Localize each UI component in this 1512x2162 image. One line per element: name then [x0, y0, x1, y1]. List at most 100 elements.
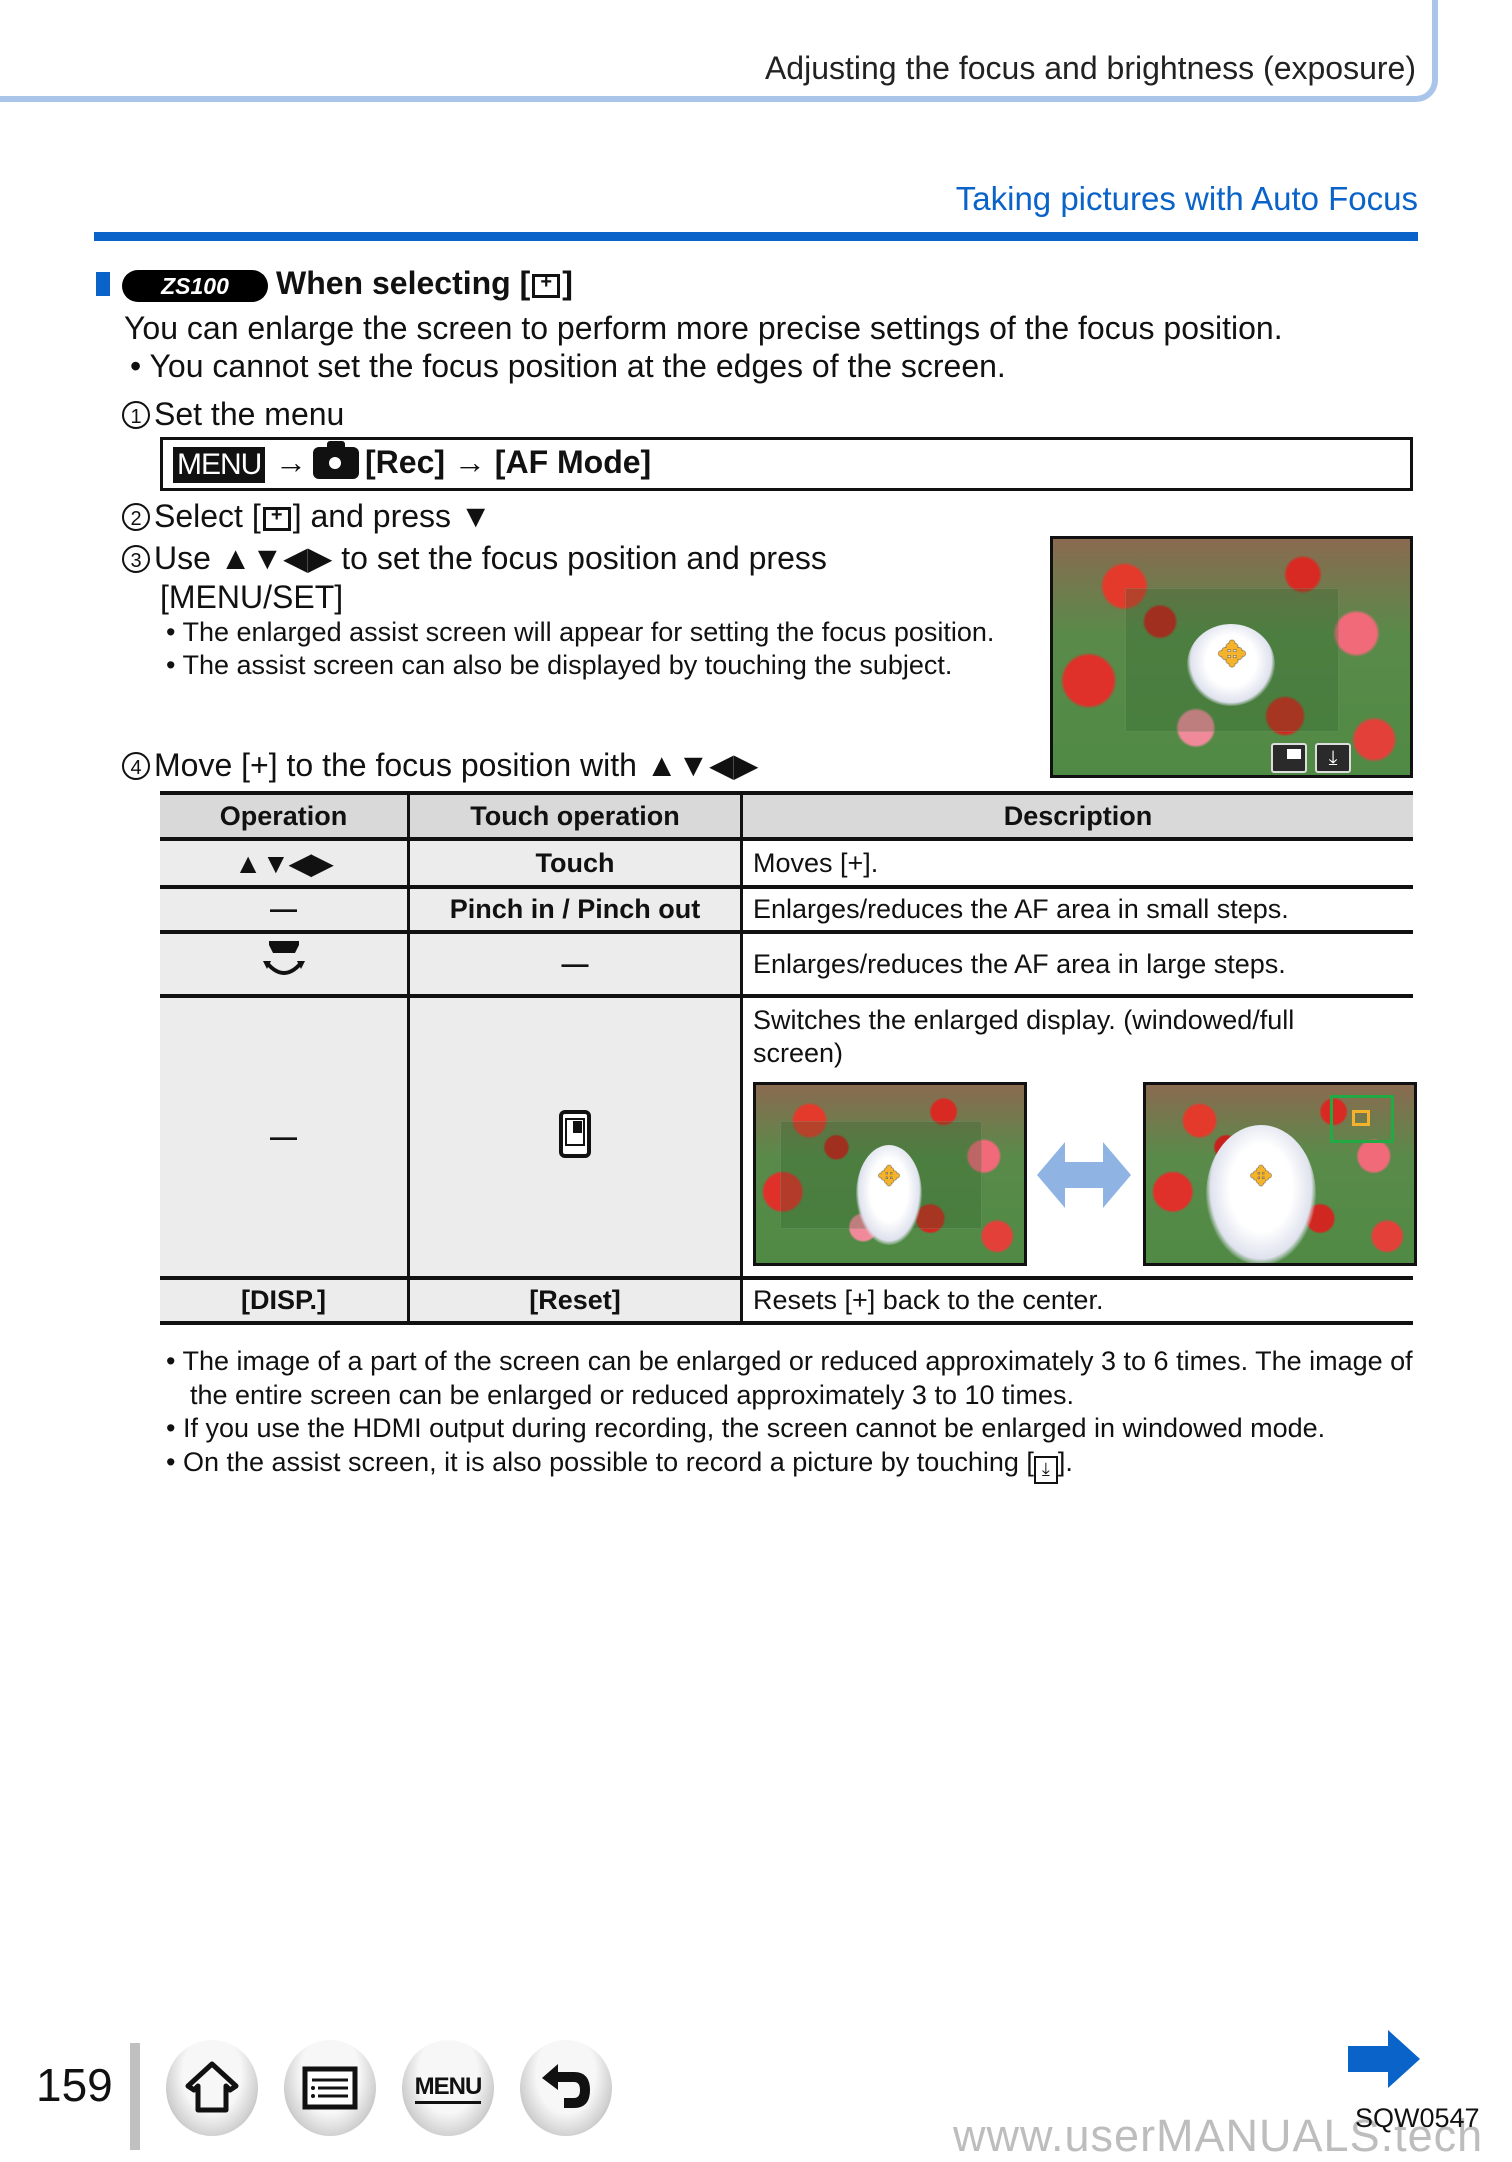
flower-subject — [1206, 1125, 1316, 1263]
display-mode-illustration: ✥ ✥ — [753, 1082, 1417, 1272]
step-text: Move [+] to the focus position with ▲▼◀▶ — [154, 747, 759, 783]
next-page-arrow-icon[interactable] — [1348, 2030, 1422, 2088]
home-icon — [185, 2061, 239, 2113]
step-number: 2 — [122, 503, 150, 531]
menu-button[interactable]: MENU — [402, 2040, 494, 2136]
step-3-notes: • The enlarged assist screen will appear… — [166, 616, 996, 682]
note-text: On the assist screen, it is also possibl… — [182, 1446, 1034, 1477]
cell-description: Enlarges/reduces the AF area in small st… — [740, 887, 1413, 932]
section-heading: When selecting [] — [276, 265, 573, 302]
af-cursor-icon: ✥ — [878, 1161, 900, 1191]
cell-operation: — — [160, 887, 409, 932]
switch-arrow-icon — [1037, 1142, 1131, 1208]
af-pinpoint-icon — [262, 504, 291, 531]
control-dial-icon — [262, 940, 305, 975]
menu-icon: MENU — [414, 2073, 482, 2104]
heading-text-end: ] — [562, 265, 573, 301]
shutter-touch-icon: ⤓ — [1315, 743, 1351, 773]
section-title: Taking pictures with Auto Focus — [955, 180, 1418, 217]
note-text: The image of a part of the screen can be… — [182, 1346, 1413, 1410]
arrow: → — [453, 444, 486, 480]
note-item: • The assist screen can also be displaye… — [166, 650, 953, 680]
af-cursor-icon: ✥ — [1250, 1161, 1272, 1191]
description-text: Switches the enlarged display. (windowed… — [753, 1005, 1295, 1068]
cell-operation: [DISP.] — [160, 1278, 409, 1323]
contents-list-icon — [302, 2066, 358, 2110]
note-item: • On the assist screen, it is also possi… — [166, 1446, 1416, 1484]
window-toggle-icon — [559, 1109, 591, 1158]
page-header-title: Adjusting the focus and brightness (expo… — [764, 50, 1416, 86]
step-text: Use ▲▼◀▶ to set the focus position and p… — [154, 540, 827, 576]
heading-text: When selecting [ — [276, 265, 531, 301]
col-header-operation: Operation — [160, 793, 409, 839]
back-button[interactable] — [520, 2040, 612, 2136]
menu-af-mode: [AF Mode] — [494, 444, 652, 480]
table-row: ▲▼◀▶ Touch Moves [+]. — [160, 839, 1413, 887]
fullscreen-display-image: ✥ — [1143, 1082, 1417, 1266]
step-number: 1 — [122, 401, 150, 429]
page-number: 159 — [36, 2059, 113, 2111]
operations-table: Operation Touch operation Description ▲▼… — [160, 791, 1417, 1325]
step-text-end: ] and press ▼ — [292, 498, 492, 534]
intro-bullet: • You cannot set the focus position at t… — [130, 348, 1006, 384]
menu-rec: [Rec] — [365, 444, 446, 480]
note-text: The enlarged assist screen will appear f… — [182, 617, 995, 647]
cell-description: Resets [+] back to the center. — [740, 1278, 1413, 1323]
step-3: 3 Use ▲▼◀▶ to set the focus position and … — [122, 539, 827, 577]
table-row: — Pinch in / Pinch out Enlarges/reduces … — [160, 887, 1413, 932]
step-text: Set the menu — [154, 396, 345, 432]
notes-list: • The image of a part of the screen can … — [166, 1345, 1416, 1484]
step-number: 4 — [122, 752, 150, 780]
table-row: — Enlarges/reduces the AF area in large … — [160, 932, 1413, 996]
cell-description: Switches the enlarged display. (windowed… — [740, 996, 1417, 1278]
step-4: 4 Move [+] to the focus position with ▲▼◀… — [122, 746, 758, 784]
cell-touch: Pinch in / Pinch out — [407, 887, 742, 932]
model-badge: ZS100 — [122, 270, 268, 302]
menu-button-icon: MENU — [173, 447, 266, 483]
section-divider — [94, 232, 1418, 241]
footer-divider — [130, 2043, 140, 2150]
shutter-touch-icon: ⤓ — [1033, 1455, 1058, 1484]
note-text: The assist screen can also be displayed … — [182, 650, 953, 680]
cell-touch: [Reset] — [407, 1278, 742, 1323]
back-icon — [542, 2064, 590, 2108]
cell-operation — [160, 932, 409, 996]
enlarged-area-marker — [1352, 1110, 1370, 1126]
table-header-row: Operation Touch operation Description — [160, 793, 1413, 839]
note-text: If you use the HDMI output during record… — [182, 1413, 1326, 1443]
heading-square-icon — [96, 272, 110, 296]
menu-path: → [Rec] → [AF Mode] — [275, 441, 652, 481]
menu-path-box: MENU → [Rec] → [AF Mode] — [160, 437, 1413, 491]
cell-touch: Touch — [407, 839, 742, 887]
note-item: • The image of a part of the screen can … — [166, 1346, 1413, 1410]
note-text-end: ]. — [1057, 1446, 1073, 1477]
home-button[interactable] — [166, 2040, 258, 2136]
step-number: 3 — [122, 545, 150, 573]
note-item: • The enlarged assist screen will appear… — [166, 617, 995, 647]
step-text: Select [ — [154, 498, 261, 534]
contents-button[interactable] — [284, 2040, 376, 2136]
table-row: — Switches the enlarged display. (window… — [160, 996, 1417, 1278]
step-2: 2Select [ ] and press ▼ — [122, 498, 492, 535]
cell-operation: — — [160, 996, 409, 1278]
step-3-line2: [MENU/SET] — [160, 579, 344, 615]
arrow: → — [275, 444, 307, 480]
step-1: 1 Set the menu — [122, 396, 344, 433]
camera-icon — [313, 441, 359, 479]
cell-touch: — — [407, 932, 742, 996]
window-toggle-icon — [1271, 743, 1307, 773]
col-header-touch: Touch operation — [407, 793, 742, 839]
cell-description: Moves [+]. — [740, 839, 1413, 887]
assist-screen-illustration: ✥ ⤓ — [1050, 536, 1413, 778]
cell-touch — [407, 996, 742, 1278]
cell-operation: ▲▼◀▶ — [160, 839, 409, 887]
cell-description: Enlarges/reduces the AF area in large st… — [740, 932, 1413, 996]
flower-subject — [856, 1145, 922, 1245]
position-guide-frame — [1330, 1095, 1394, 1143]
note-item: • If you use the HDMI output during reco… — [166, 1413, 1326, 1443]
af-cursor-icon: ✥ — [1217, 636, 1247, 674]
windowed-display-image: ✥ — [753, 1082, 1027, 1266]
intro-text: You can enlarge the screen to perform mo… — [124, 310, 1283, 346]
af-pinpoint-icon — [532, 271, 561, 298]
table-row: [DISP.] [Reset] Resets [+] back to the c… — [160, 1278, 1413, 1323]
